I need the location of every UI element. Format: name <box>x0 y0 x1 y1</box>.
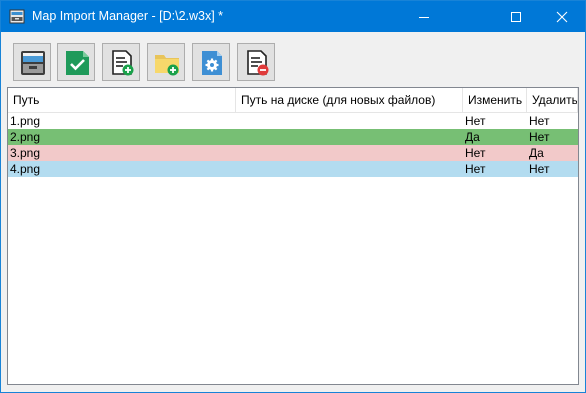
column-header-disk-path[interactable]: Путь на диске (для новых файлов) <box>236 88 463 112</box>
cell-path: 3.png <box>10 146 41 160</box>
cell-disk-path <box>238 113 460 129</box>
maximize-button[interactable] <box>493 1 539 32</box>
cell-disk-path <box>238 129 460 145</box>
cell-path: 4.png <box>10 162 41 176</box>
table-row[interactable]: 2.png Да Нет <box>8 129 578 145</box>
maximize-icon <box>511 12 521 22</box>
cell-path: 1.png <box>10 114 41 128</box>
cell-modify: Нет <box>465 162 486 176</box>
cell-delete: Нет <box>529 130 550 144</box>
add-folder-button[interactable] <box>147 43 185 81</box>
open-map-button[interactable] <box>13 43 51 81</box>
folder-add-icon <box>155 55 179 76</box>
document-add-icon <box>112 50 134 76</box>
toolbar <box>1 32 585 86</box>
cell-path: 2.png <box>10 130 41 144</box>
close-icon <box>556 11 568 23</box>
column-header-delete[interactable]: Удалить <box>527 88 578 112</box>
app-icon <box>9 8 25 24</box>
import-file-list[interactable]: Путь Путь на диске (для новых файлов) Из… <box>7 87 579 385</box>
close-button[interactable] <box>539 1 585 32</box>
table-row[interactable]: 3.png Нет Да <box>8 145 578 161</box>
window-title: Map Import Manager - [D:\2.w3x] * <box>32 9 224 23</box>
cell-modify: Нет <box>465 114 486 128</box>
cell-delete: Нет <box>529 114 550 128</box>
cell-delete: Да <box>529 146 544 160</box>
list-header: Путь Путь на диске (для новых файлов) Из… <box>8 88 578 113</box>
cell-disk-path <box>238 161 460 177</box>
minimize-button[interactable] <box>401 1 447 32</box>
green-check-document-icon <box>66 51 89 75</box>
column-header-path[interactable]: Путь <box>8 88 236 112</box>
document-remove-icon <box>247 50 269 76</box>
cell-delete: Нет <box>529 162 550 176</box>
cell-disk-path <box>238 145 460 161</box>
column-header-modify[interactable]: Изменить <box>463 88 527 112</box>
remove-file-button[interactable] <box>237 43 275 81</box>
title-bar[interactable]: Map Import Manager - [D:\2.w3x] * <box>1 1 585 32</box>
minimize-icon <box>419 17 429 18</box>
table-row[interactable]: 4.png Нет Нет <box>8 161 578 177</box>
cell-modify: Да <box>465 130 480 144</box>
map-import-manager-window: Map Import Manager - [D:\2.w3x] * Путь П… <box>0 0 586 393</box>
archive-drawer-icon <box>21 51 45 75</box>
document-gear-icon <box>202 51 222 75</box>
save-apply-button[interactable] <box>57 43 95 81</box>
table-row[interactable]: 1.png Нет Нет <box>8 113 578 129</box>
add-file-button[interactable] <box>102 43 140 81</box>
cell-modify: Нет <box>465 146 486 160</box>
file-settings-button[interactable] <box>192 43 230 81</box>
